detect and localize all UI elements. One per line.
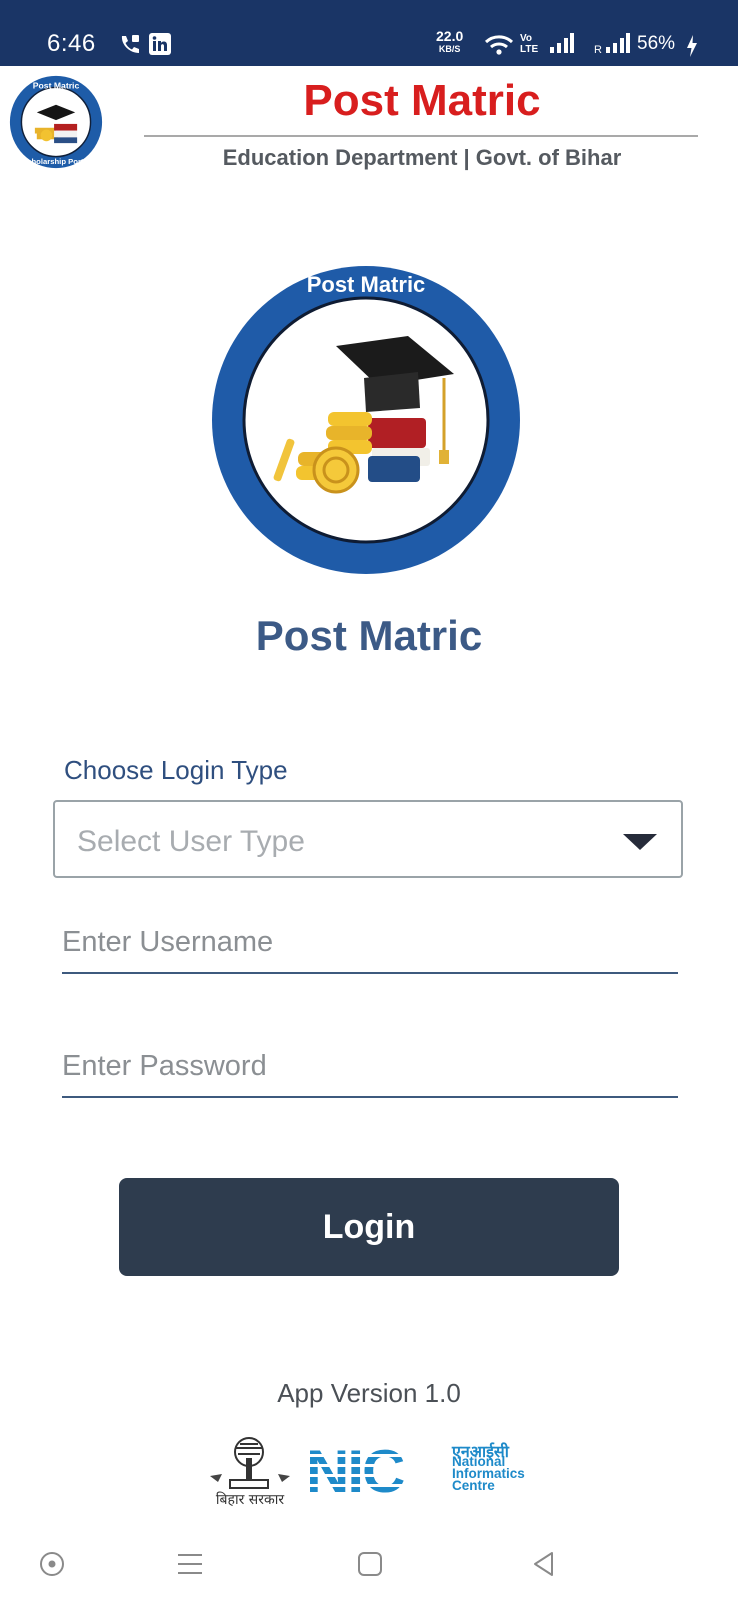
- bihar-sarkar-text: बिहार सरकार: [216, 1491, 284, 1508]
- logo-top-arc: Post Matric: [307, 272, 426, 297]
- header-title: Post Matric: [303, 76, 541, 125]
- scholarship-portal-logo: Education Department Post Matric Scholar…: [208, 262, 524, 578]
- header-subtitle: Education Department | Govt. of Bihar: [222, 145, 622, 170]
- battery-charging-icon: [686, 35, 698, 62]
- linkedin-icon: [149, 33, 171, 60]
- signal-icon: [550, 33, 574, 58]
- volte-indicator: Vo LTE: [520, 33, 539, 55]
- bihar-government-emblem: बिहार सरकार: [200, 1436, 300, 1508]
- roaming-indicator: R: [594, 44, 602, 56]
- password-field-wrapper: [62, 1036, 678, 1098]
- app-title: Post Matric: [255, 612, 483, 659]
- nic-english-text: National Informatics Centre: [452, 1454, 525, 1493]
- svg-text:NIC: NIC: [306, 1440, 404, 1502]
- user-type-placeholder: Select User Type: [77, 825, 305, 858]
- home-icon[interactable]: [356, 1550, 384, 1583]
- call-icon: [118, 33, 140, 60]
- header-divider: [144, 135, 698, 137]
- svg-text:Post Matric: Post Matric: [33, 80, 80, 90]
- network-speed: 22.0 KB/S: [436, 28, 464, 54]
- user-type-select[interactable]: Select User Type: [53, 800, 683, 878]
- back-icon[interactable]: [530, 1550, 558, 1583]
- username-input[interactable]: [62, 912, 678, 972]
- login-button[interactable]: Login: [119, 1178, 619, 1276]
- header-logo: Post Matric Scholarship Portal: [8, 74, 104, 170]
- status-bar: 6:46 22.0 KB/S Vo LTE R 56%: [0, 0, 738, 66]
- signal-icon-2: [606, 33, 630, 58]
- password-input[interactable]: [62, 1036, 678, 1096]
- app-version: App Version 1.0: [277, 1378, 461, 1408]
- wifi-icon: [484, 34, 514, 61]
- battery-level: 56%: [637, 33, 676, 54]
- clock: 6:46: [47, 30, 96, 57]
- choose-login-type-label: Choose Login Type: [64, 755, 288, 785]
- assistant-icon[interactable]: [38, 1550, 66, 1583]
- username-field-wrapper: [62, 912, 678, 974]
- menu-icon[interactable]: [176, 1550, 204, 1583]
- svg-text:Scholarship Portal: Scholarship Portal: [22, 157, 90, 166]
- chevron-down-icon: [623, 834, 657, 850]
- system-nav-bar: [0, 1536, 738, 1600]
